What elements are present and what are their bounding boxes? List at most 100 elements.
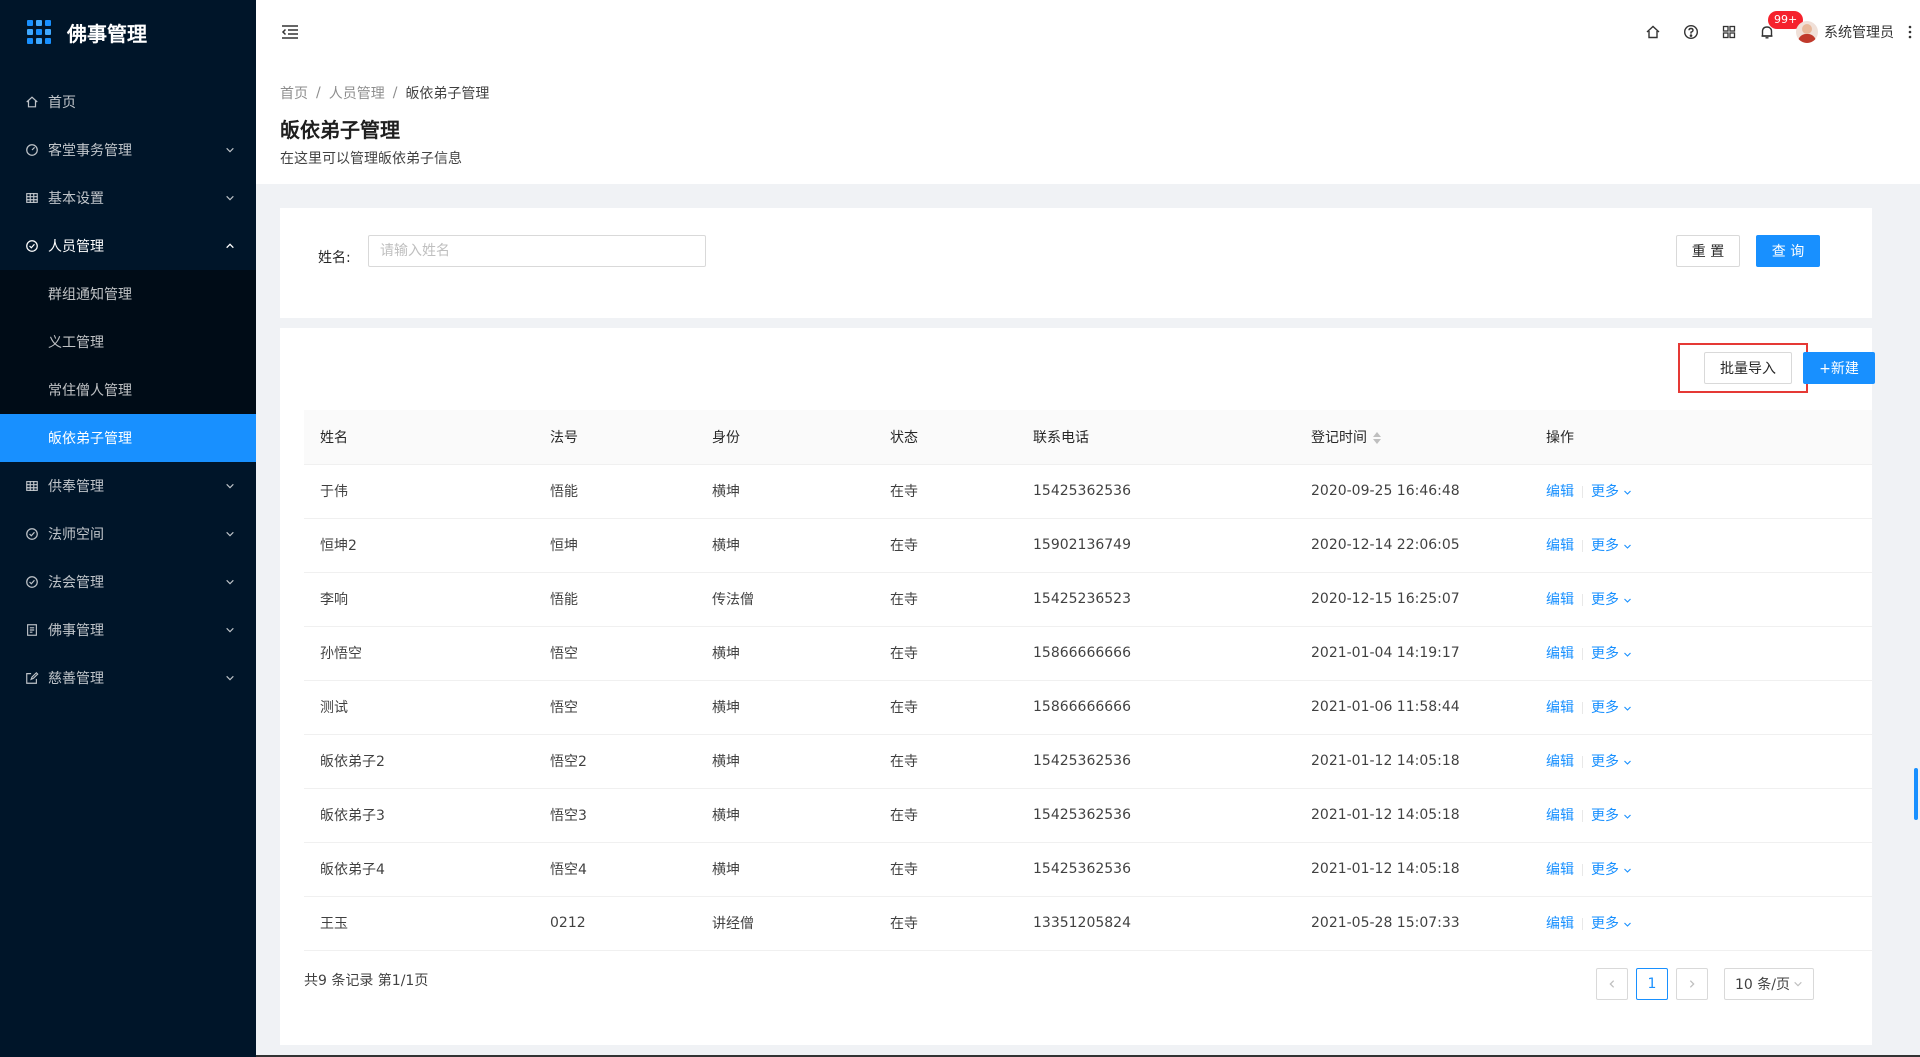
sidebar-item-label: 常住僧人管理 <box>48 383 132 399</box>
page-header: 首页 / 人员管理 / 皈依弟子管理 皈依弟子管理 在这里可以管理皈依弟子信息 <box>256 64 1920 184</box>
edit-link[interactable]: 编辑 <box>1546 916 1574 932</box>
top-header: 99+ 系统管理员 <box>256 0 1920 64</box>
sidebar-item-label: 义工管理 <box>48 335 104 351</box>
batch-import-button[interactable]: 批量导入 <box>1704 352 1792 384</box>
sidebar-item-master-space[interactable]: 法师空间 <box>0 510 256 558</box>
page-button-current[interactable]: 1 <box>1636 968 1668 1000</box>
sidebar-item-dharma-assembly[interactable]: 法会管理 <box>0 558 256 606</box>
chevron-down-icon <box>1624 814 1631 819</box>
more-link-label: 更多 <box>1591 916 1619 932</box>
more-dropdown[interactable]: 更多 <box>1591 862 1632 878</box>
sidebar-item-buddhist-affairs[interactable]: 佛事管理 <box>0 606 256 654</box>
more-dropdown[interactable]: 更多 <box>1591 646 1632 662</box>
check-circle-icon <box>24 238 40 254</box>
reset-button[interactable]: 重 置 <box>1676 235 1740 267</box>
home-icon <box>24 94 40 110</box>
table-icon <box>24 478 40 494</box>
breadcrumb-separator: / <box>316 85 321 101</box>
sidebar-subitem-volunteer[interactable]: 义工管理 <box>0 318 256 366</box>
column-header-name: 姓名 <box>304 410 534 465</box>
sidebar-subitem-resident-monk[interactable]: 常住僧人管理 <box>0 366 256 414</box>
page-size-select[interactable]: 10 条/页 <box>1724 968 1814 1000</box>
more-dropdown[interactable]: 更多 <box>1591 538 1632 554</box>
next-page-button[interactable] <box>1676 968 1708 1000</box>
header-actions: 99+ 系统管理员 <box>1634 0 1920 64</box>
cell-register-time: 2021-01-12 14:05:18 <box>1295 734 1530 789</box>
sidebar-item-charity[interactable]: 慈善管理 <box>0 654 256 702</box>
sidebar-item-hall-affairs[interactable]: 客堂事务管理 <box>0 126 256 174</box>
sort-icon[interactable] <box>1373 431 1381 444</box>
more-dropdown[interactable]: 更多 <box>1591 592 1632 608</box>
cell-dharma-name: 悟空2 <box>534 734 696 789</box>
cell-register-time: 2021-01-12 14:05:18 <box>1295 788 1530 843</box>
table-row: 王玉 0212 讲经僧 在寺 13351205824 2021-05-28 15:07:3… <box>304 896 1872 951</box>
breadcrumb-home[interactable]: 首页 <box>280 83 308 103</box>
action-divider <box>1582 648 1583 660</box>
cell-register-time: 2021-05-28 15:07:33 <box>1295 896 1530 951</box>
sidebar-item-label: 首页 <box>48 95 76 111</box>
chevron-down-icon <box>1624 490 1631 495</box>
cell-identity: 横坤 <box>696 734 874 789</box>
cell-actions: 编辑 更多 <box>1530 896 1872 951</box>
more-vertical-icon[interactable] <box>1902 0 1918 64</box>
home-icon[interactable] <box>1634 0 1672 64</box>
cell-actions: 编辑 更多 <box>1530 464 1872 519</box>
query-button[interactable]: 查 询 <box>1756 235 1820 267</box>
action-divider <box>1582 702 1583 714</box>
prev-page-button[interactable] <box>1596 968 1628 1000</box>
edit-link[interactable]: 编辑 <box>1546 700 1574 716</box>
dashboard-icon <box>24 142 40 158</box>
chevron-down-icon <box>224 624 236 636</box>
edit-link[interactable]: 编辑 <box>1546 754 1574 770</box>
chevron-down-icon <box>224 528 236 540</box>
chevron-down-icon <box>224 144 236 156</box>
menu-fold-icon[interactable] <box>280 22 300 42</box>
cell-dharma-name: 悟空3 <box>534 788 696 843</box>
sidebar-subitem-disciples[interactable]: 皈依弟子管理 <box>0 414 256 462</box>
edit-link[interactable]: 编辑 <box>1546 484 1574 500</box>
action-divider <box>1582 594 1583 606</box>
help-icon[interactable] <box>1672 0 1710 64</box>
cell-actions: 编辑 更多 <box>1530 680 1872 735</box>
edit-link[interactable]: 编辑 <box>1546 646 1574 662</box>
table-row: 恒坤2 恒坤 横坤 在寺 15902136749 2020-12-14 22:06:05 编… <box>304 518 1872 573</box>
sidebar-subitem-group-notice[interactable]: 群组通知管理 <box>0 270 256 318</box>
apps-icon[interactable] <box>1710 0 1748 64</box>
edit-link[interactable]: 编辑 <box>1546 808 1574 824</box>
new-button[interactable]: +新建 <box>1803 352 1875 384</box>
more-dropdown[interactable]: 更多 <box>1591 808 1632 824</box>
cell-register-time: 2021-01-04 14:19:17 <box>1295 626 1530 681</box>
column-header-register-time[interactable]: 登记时间 <box>1295 410 1530 465</box>
cell-identity: 横坤 <box>696 626 874 681</box>
more-dropdown[interactable]: 更多 <box>1591 484 1632 500</box>
breadcrumb-personnel[interactable]: 人员管理 <box>329 83 385 103</box>
action-divider <box>1582 486 1583 498</box>
chevron-down-icon <box>1624 544 1631 549</box>
cell-name: 皈依弟子4 <box>304 842 534 897</box>
chevron-down-icon <box>1624 922 1631 927</box>
cell-identity: 传法僧 <box>696 572 874 627</box>
table-row: 李响 悟能 传法僧 在寺 15425236523 2020-12-15 16:25:07 编… <box>304 572 1872 627</box>
name-search-input[interactable] <box>368 235 706 267</box>
more-link-label: 更多 <box>1591 862 1619 878</box>
cell-phone: 15866666666 <box>1017 626 1295 681</box>
chevron-up-icon <box>224 240 236 252</box>
sidebar-item-home[interactable]: 首页 <box>0 78 256 126</box>
disciples-table: 姓名 法号 身份 状态 联系电话 登记时间 操作 于伟 悟能 横坤 在寺 1542536… <box>304 410 1872 951</box>
edit-link[interactable]: 编辑 <box>1546 862 1574 878</box>
table-row: 测试 悟空 横坤 在寺 15866666666 2021-01-06 11:58:44 编辑… <box>304 680 1872 735</box>
more-dropdown[interactable]: 更多 <box>1591 754 1632 770</box>
sidebar-item-offering[interactable]: 供奉管理 <box>0 462 256 510</box>
sidebar-item-personnel[interactable]: 人员管理 <box>0 222 256 270</box>
cell-phone: 15425362536 <box>1017 788 1295 843</box>
logo[interactable]: 佛事管理 <box>0 0 256 64</box>
user-menu[interactable]: 系统管理员 <box>1786 0 1902 64</box>
edit-link[interactable]: 编辑 <box>1546 592 1574 608</box>
scrollbar-thumb[interactable] <box>1914 768 1918 820</box>
edit-link[interactable]: 编辑 <box>1546 538 1574 554</box>
more-dropdown[interactable]: 更多 <box>1591 700 1632 716</box>
notification-bell-icon[interactable]: 99+ <box>1748 0 1804 64</box>
more-link-label: 更多 <box>1591 538 1619 554</box>
sidebar-item-basic-settings[interactable]: 基本设置 <box>0 174 256 222</box>
more-dropdown[interactable]: 更多 <box>1591 916 1632 932</box>
